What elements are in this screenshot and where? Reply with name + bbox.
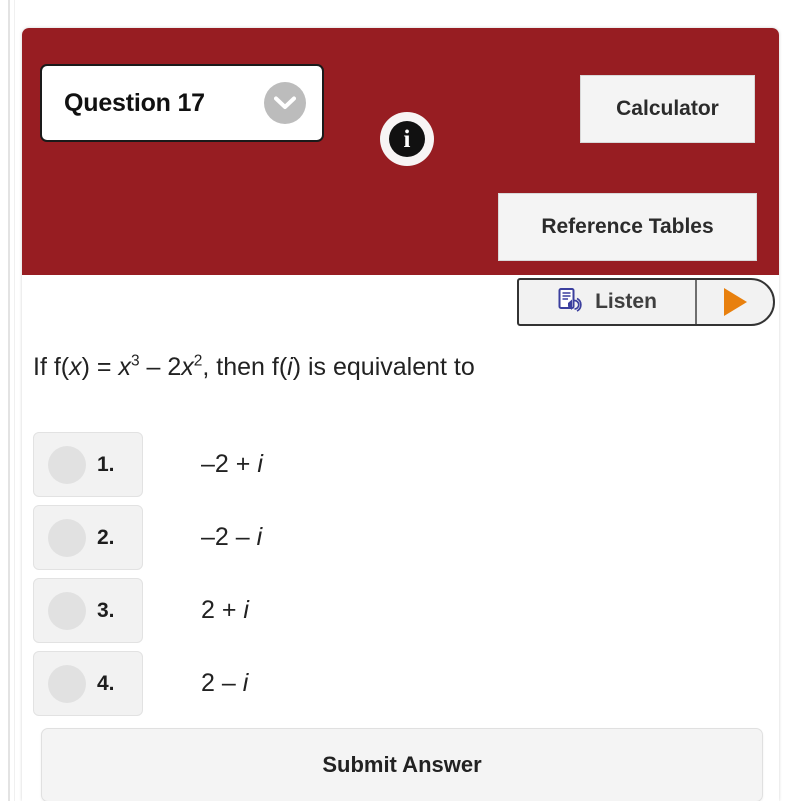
answer-choice-3-text: 2 + i — [201, 596, 249, 625]
radio-button-icon[interactable] — [48, 518, 86, 557]
answer-choice-4-imaginary: i — [242, 669, 249, 697]
play-triangle-icon — [723, 288, 747, 316]
answer-choice-1-imaginary: i — [257, 450, 263, 478]
question-var-x2: x — [118, 353, 131, 381]
listen-toolbar: Listen — [517, 278, 775, 326]
question-var-x3: x — [181, 353, 194, 381]
page-edge-rule-secondary — [14, 0, 15, 801]
answer-choice-1-number: 1. — [97, 452, 115, 476]
answer-choice-3-imaginary: i — [243, 596, 249, 624]
question-selector-dropdown[interactable]: Question 17 — [40, 64, 324, 142]
answer-choice-3[interactable]: 3. 2 + i — [33, 574, 768, 647]
radio-button-icon[interactable] — [48, 445, 86, 484]
answer-choice-2-number: 2. — [97, 525, 115, 549]
answer-choice-3-selector[interactable]: 3. — [33, 578, 143, 643]
page-edge-rule — [8, 0, 10, 801]
answer-choice-1-selector[interactable]: 1. — [33, 432, 143, 497]
question-part-mid3: , then f( — [202, 353, 288, 381]
document-speaker-icon — [557, 287, 583, 318]
answer-choice-2-text: –2 – i — [201, 523, 262, 552]
answer-choice-4-selector[interactable]: 4. — [33, 651, 143, 716]
answer-choice-3-real: 2 + — [201, 596, 244, 624]
submit-answer-button[interactable]: Submit Answer — [41, 728, 763, 801]
question-text: If f(x) = x3 – 2x2, then f(i) is equival… — [33, 352, 753, 383]
reference-tables-button[interactable]: Reference Tables — [498, 193, 757, 261]
chevron-down-icon[interactable] — [264, 82, 306, 124]
answer-choice-4-real: 2 – — [201, 669, 243, 697]
question-part-suffix: ) is equivalent to — [292, 353, 475, 381]
answer-choice-2[interactable]: 2. –2 – i — [33, 501, 768, 574]
question-exponent-3: 3 — [130, 352, 140, 370]
answer-choice-1-text: –2 + i — [201, 450, 263, 479]
quiz-page: Question 17 i Calculator Reference Table… — [0, 0, 800, 801]
question-part-mid1: ) = — [81, 353, 119, 381]
info-icon[interactable]: i — [380, 112, 434, 166]
question-card: Question 17 i Calculator Reference Table… — [22, 28, 779, 801]
question-part-prefix: If f( — [33, 353, 70, 381]
question-selector-label: Question 17 — [64, 88, 205, 117]
answer-choice-2-imaginary: i — [256, 523, 263, 551]
listen-button[interactable]: Listen — [519, 280, 697, 324]
answer-choice-1-real: –2 + — [201, 450, 258, 478]
radio-button-icon[interactable] — [48, 591, 86, 630]
calculator-button[interactable]: Calculator — [580, 75, 755, 143]
radio-button-icon[interactable] — [48, 664, 86, 703]
question-part-mid2: – 2 — [139, 353, 182, 381]
question-header-bar: Question 17 i Calculator Reference Table… — [22, 28, 779, 275]
info-icon-glyph: i — [389, 121, 425, 157]
question-var-x1: x — [69, 353, 82, 381]
answer-choice-2-real: –2 – — [201, 523, 257, 551]
answer-choice-4-number: 4. — [97, 671, 115, 695]
answer-choice-4-text: 2 – i — [201, 669, 248, 698]
answer-choice-2-selector[interactable]: 2. — [33, 505, 143, 570]
listen-button-label: Listen — [595, 290, 657, 313]
answer-choice-3-number: 3. — [97, 598, 115, 622]
answer-choice-1[interactable]: 1. –2 + i — [33, 428, 768, 501]
play-button[interactable] — [697, 280, 773, 324]
answer-choice-list: 1. –2 + i 2. –2 – i 3. 2 + i 4. 2 – i — [33, 428, 768, 720]
answer-choice-4[interactable]: 4. 2 – i — [33, 647, 768, 720]
